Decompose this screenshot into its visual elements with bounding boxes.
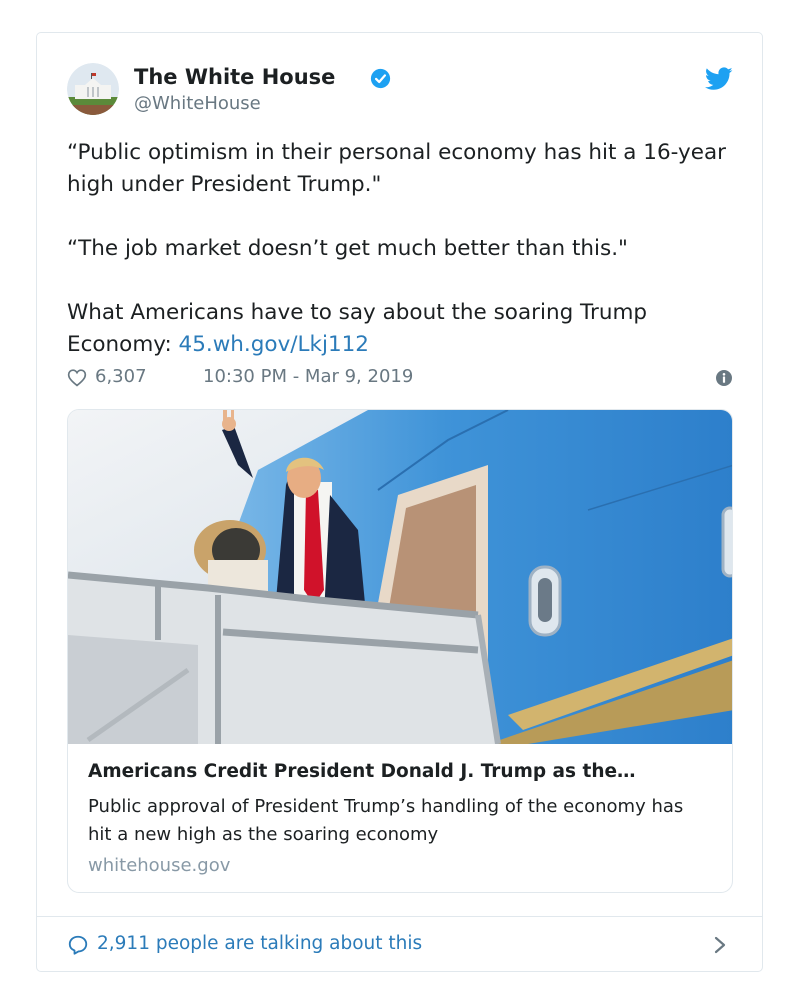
like-count[interactable]: 6,307 bbox=[95, 366, 147, 387]
info-icon[interactable] bbox=[716, 370, 732, 386]
heart-icon[interactable] bbox=[67, 368, 87, 387]
verified-badge-icon bbox=[370, 68, 391, 89]
timestamp[interactable]: 10:30 PM - Mar 9, 2019 bbox=[203, 366, 413, 387]
chevron-right-icon[interactable] bbox=[713, 935, 727, 955]
tweet-paragraph-1: “Public optimism in their personal econo… bbox=[67, 140, 726, 197]
tweet-link[interactable]: 45.wh.gov/Lkj112 bbox=[179, 332, 369, 357]
speech-bubble-icon bbox=[68, 935, 88, 955]
tweet-meta: 6,307 10:30 PM - Mar 9, 2019 bbox=[67, 366, 732, 390]
tweet-paragraph-3: What Americans have to say about the soa… bbox=[67, 297, 747, 361]
tweet-paragraph-2: “The job market doesn’t get much better … bbox=[67, 236, 628, 261]
link-preview-card[interactable]: Americans Credit President Donald J. Tru… bbox=[67, 409, 733, 893]
link-preview-image bbox=[68, 410, 732, 744]
white-house-avatar[interactable] bbox=[67, 63, 119, 115]
tweet-card: The White House @WhiteHouse “Public opti… bbox=[36, 32, 763, 972]
footer-divider bbox=[37, 916, 762, 917]
link-card-domain: whitehouse.gov bbox=[88, 855, 231, 876]
author-handle[interactable]: @WhiteHouse bbox=[134, 93, 261, 114]
tweet-text: “Public optimism in their personal econo… bbox=[67, 137, 747, 361]
twitter-bird-icon[interactable] bbox=[705, 67, 733, 91]
talking-count[interactable]: 2,911 people are talking about this bbox=[97, 933, 422, 954]
link-card-title[interactable]: Americans Credit President Donald J. Tru… bbox=[88, 761, 718, 782]
link-card-description: Public approval of President Trump’s han… bbox=[88, 796, 684, 845]
author-name[interactable]: The White House bbox=[134, 65, 335, 89]
